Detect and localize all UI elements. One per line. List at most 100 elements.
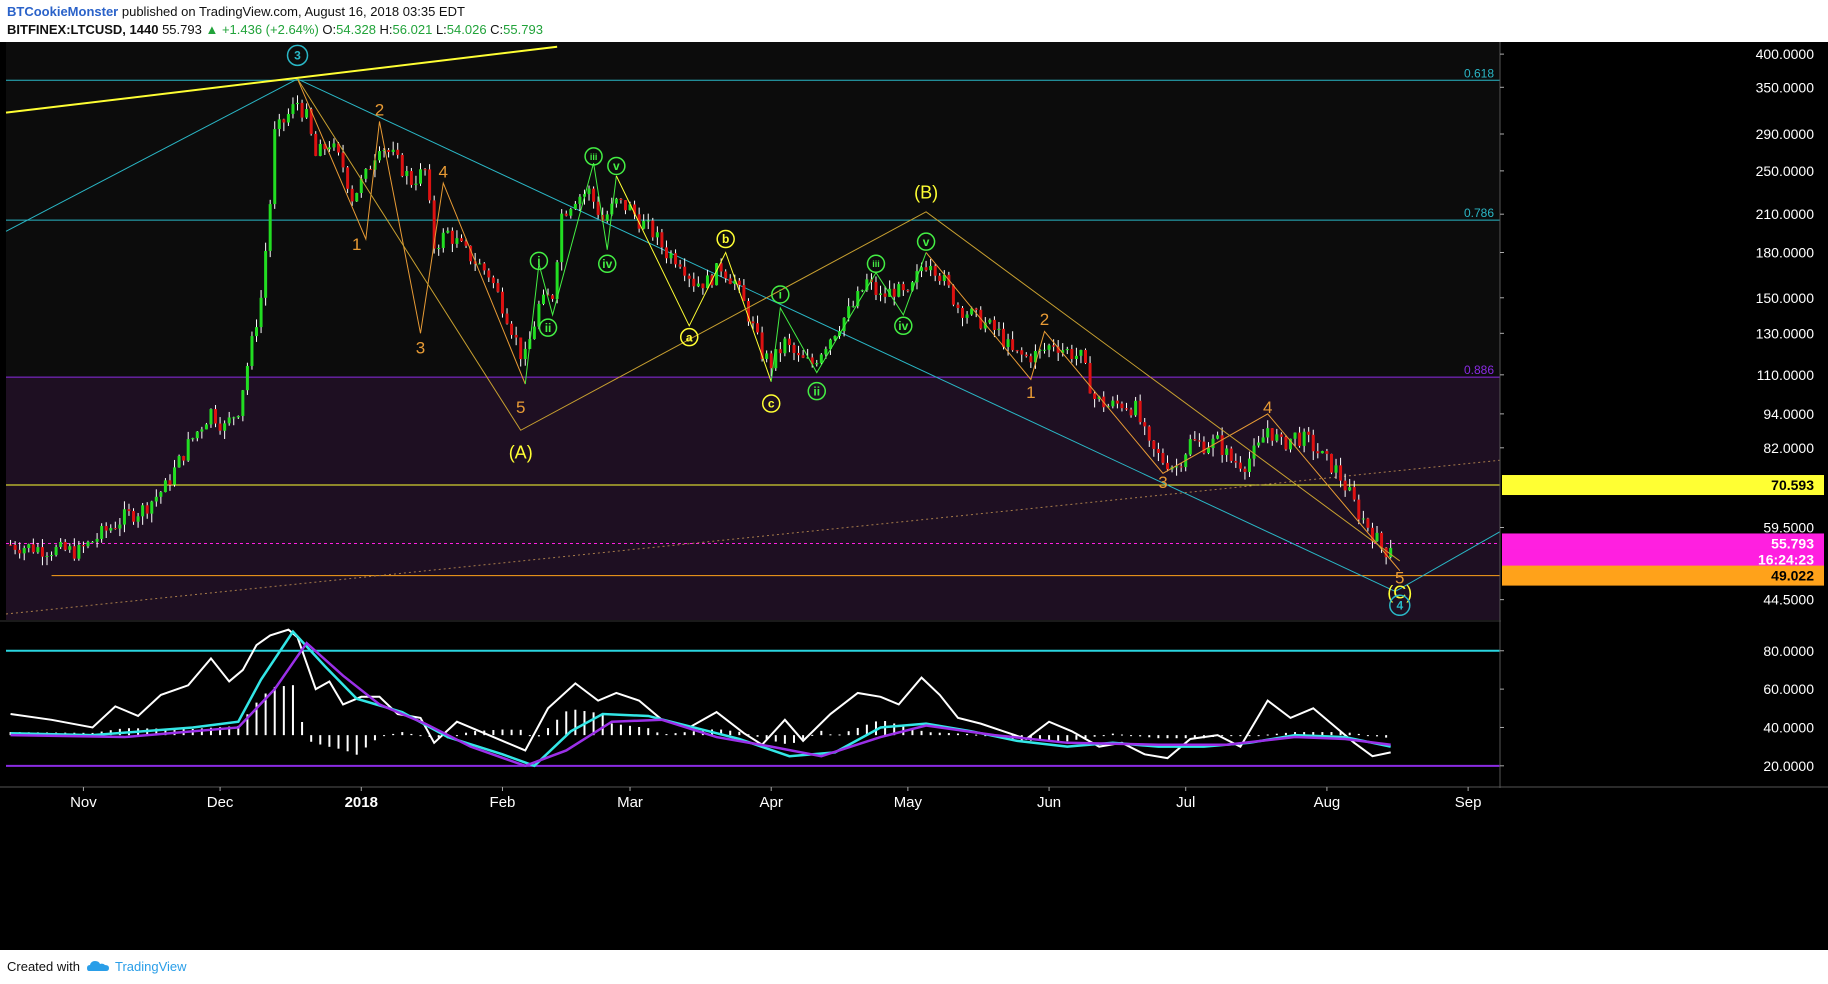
wave-label: 5 bbox=[516, 398, 525, 417]
candle-body bbox=[145, 505, 149, 514]
candle-body bbox=[897, 284, 901, 297]
price-chart[interactable]: 0.6180.7860.886 321435(A)iiiviviiibaciii… bbox=[0, 42, 1828, 950]
candle-body bbox=[496, 283, 500, 292]
osc-histogram-bar bbox=[1102, 735, 1105, 737]
y-tick-label: 60.0000 bbox=[1763, 681, 1814, 697]
candle-body bbox=[396, 149, 400, 155]
open-label: O: bbox=[322, 22, 337, 37]
candle-body bbox=[1348, 487, 1352, 491]
last-price: 55.793 bbox=[162, 22, 202, 37]
osc-histogram-bar bbox=[1057, 735, 1060, 742]
candle-body bbox=[1234, 460, 1238, 463]
wave-label: i bbox=[537, 254, 540, 268]
low-value: 54.026 bbox=[446, 22, 487, 37]
osc-histogram-bar bbox=[401, 732, 404, 736]
y-tick-label: 150.0000 bbox=[1756, 290, 1815, 306]
osc-histogram-bar bbox=[510, 729, 513, 736]
candle-body bbox=[191, 438, 195, 440]
osc-histogram-bar bbox=[1330, 732, 1333, 736]
candle-body bbox=[245, 365, 249, 391]
author-link[interactable]: BTCookieMonster bbox=[7, 4, 118, 19]
osc-histogram-bar bbox=[820, 730, 823, 736]
osc-histogram-bar bbox=[1093, 735, 1096, 737]
candle-body bbox=[592, 188, 596, 202]
candle-body bbox=[751, 321, 755, 324]
candle-body bbox=[400, 154, 404, 177]
candle-body bbox=[223, 423, 227, 431]
osc-histogram-bar bbox=[547, 728, 550, 736]
candle-body bbox=[13, 544, 17, 550]
candle-body bbox=[141, 505, 145, 517]
close-value: 55.793 bbox=[503, 22, 543, 37]
candle-body bbox=[797, 352, 801, 356]
price-tag-label: 16:24:23 bbox=[1758, 552, 1814, 568]
candle-body bbox=[623, 200, 627, 211]
osc-histogram-bar bbox=[774, 735, 777, 742]
candle-body bbox=[1389, 547, 1393, 558]
osc-histogram-bar bbox=[1148, 735, 1151, 738]
osc-histogram-bar bbox=[273, 686, 276, 736]
candle-body bbox=[669, 253, 673, 259]
osc-histogram-bar bbox=[929, 732, 932, 736]
time-axis[interactable] bbox=[0, 788, 1828, 950]
price-change: ▲ +1.436 (+2.64%) bbox=[205, 22, 319, 37]
candle-body bbox=[378, 151, 381, 161]
candle-body bbox=[441, 232, 445, 248]
candle-body bbox=[1161, 452, 1165, 463]
osc-histogram-bar bbox=[610, 723, 613, 736]
candle-body bbox=[459, 238, 463, 242]
y-tick-label: 44.5000 bbox=[1763, 592, 1814, 608]
candle-body bbox=[742, 285, 746, 301]
candle-body bbox=[778, 349, 782, 354]
candle-body bbox=[31, 544, 35, 553]
candle-body bbox=[1375, 532, 1379, 542]
candle-body bbox=[1343, 480, 1347, 491]
osc-histogram-bar bbox=[638, 726, 641, 736]
candle-body bbox=[715, 263, 719, 286]
osc-histogram-bar bbox=[756, 735, 759, 737]
candle-body bbox=[646, 220, 650, 222]
candle-body bbox=[1065, 349, 1069, 351]
candle-body bbox=[104, 526, 108, 531]
candle-body bbox=[1380, 532, 1384, 548]
tradingview-brand-link[interactable]: TradingView bbox=[115, 959, 187, 974]
candle-body bbox=[132, 511, 136, 522]
candle-body bbox=[1074, 355, 1078, 359]
osc-histogram-bar bbox=[291, 685, 294, 736]
osc-histogram-bar bbox=[674, 733, 677, 736]
candle-body bbox=[81, 544, 85, 547]
candle-body bbox=[1334, 465, 1338, 473]
candle-body bbox=[186, 439, 190, 461]
candle-body bbox=[364, 169, 368, 179]
osc-histogram-bar bbox=[811, 734, 814, 736]
osc-histogram-bar bbox=[556, 719, 559, 736]
candle-body bbox=[696, 283, 700, 287]
wave-label: i bbox=[779, 288, 782, 302]
candle-body bbox=[27, 544, 31, 549]
y-tick-label: 110.0000 bbox=[1757, 367, 1815, 383]
osc-histogram-bar bbox=[1385, 735, 1388, 738]
wave-label: v bbox=[923, 235, 930, 249]
wave-label: b bbox=[722, 232, 729, 246]
candle-body bbox=[1052, 345, 1056, 347]
candle-body bbox=[232, 417, 236, 419]
candle-body bbox=[182, 456, 186, 461]
candle-body bbox=[992, 319, 996, 331]
candle-body bbox=[523, 348, 527, 360]
candle-body bbox=[956, 304, 960, 308]
osc-histogram-bar bbox=[455, 735, 458, 737]
candle-body bbox=[651, 220, 655, 238]
osc-histogram-bar bbox=[938, 732, 941, 736]
candle-body bbox=[1247, 458, 1251, 472]
candle-body bbox=[1070, 349, 1074, 359]
candle-body bbox=[510, 323, 514, 335]
candle-body bbox=[300, 102, 304, 118]
candle-body bbox=[418, 169, 422, 184]
osc-histogram-bar bbox=[829, 734, 832, 736]
fib-zone-lower bbox=[6, 377, 1500, 620]
price-tag-label: 55.793 bbox=[1771, 535, 1814, 551]
wave-label: iii bbox=[872, 259, 880, 269]
osc-histogram-bar bbox=[629, 725, 632, 736]
osc-histogram-bar bbox=[574, 709, 577, 736]
osc-histogram-bar bbox=[1184, 735, 1187, 739]
